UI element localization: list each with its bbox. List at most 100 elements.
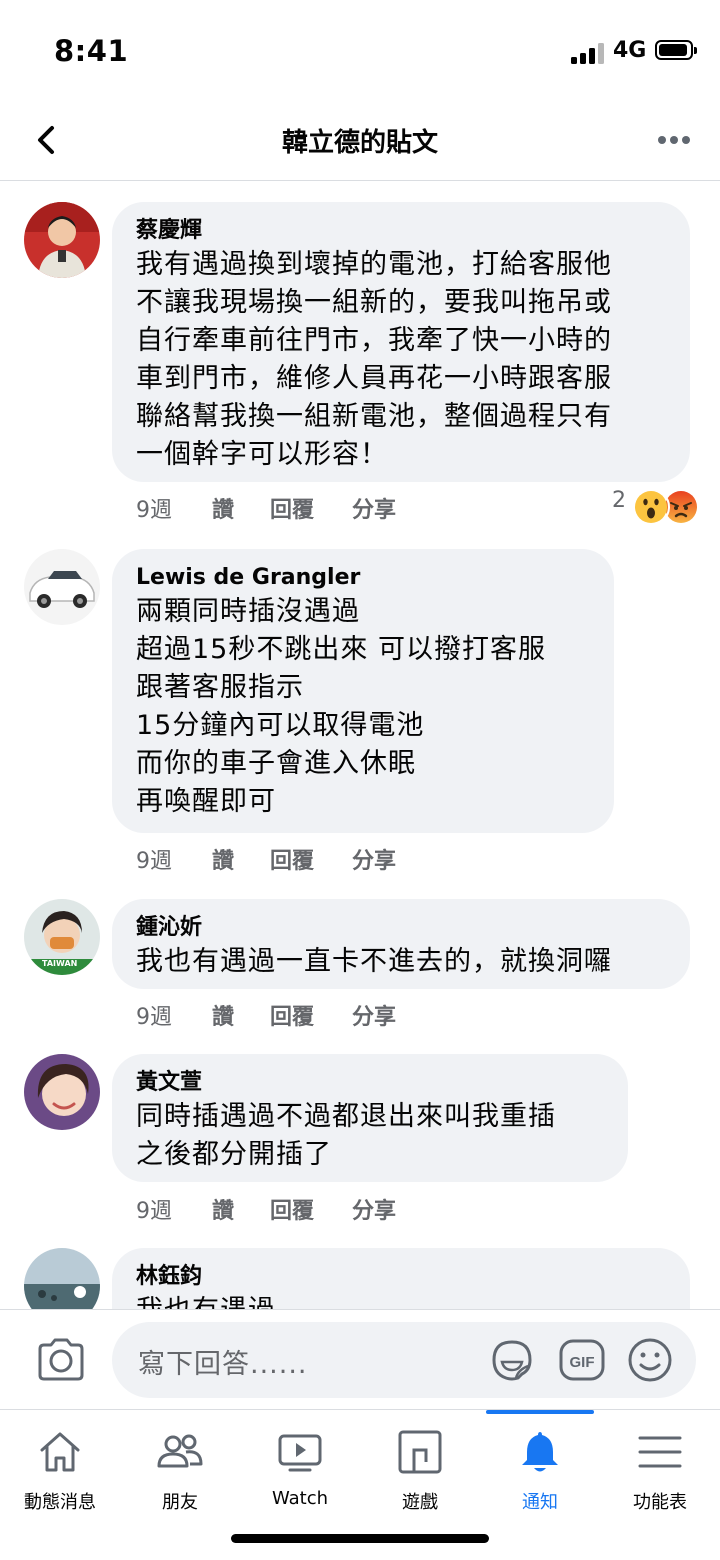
tab-friends[interactable]: 朋友	[120, 1410, 240, 1520]
comment-actions: 9週 讚 回覆 分享	[136, 843, 536, 877]
reaction-summary[interactable]: 2	[612, 488, 702, 528]
battery-icon	[655, 40, 697, 60]
comment-bubble[interactable]: 林鈺鈞 我也有遇過	[112, 1248, 690, 1309]
comment-timestamp[interactable]: 9週	[136, 843, 172, 875]
comment-author[interactable]: 鍾沁妡	[136, 913, 666, 943]
avatar[interactable]	[24, 1248, 100, 1309]
comment-line: 之後都分開插了	[136, 1139, 332, 1170]
like-button[interactable]: 讚	[212, 999, 234, 1031]
emoji-button[interactable]	[626, 1336, 674, 1384]
tab-notifications[interactable]: 通知	[480, 1410, 600, 1520]
tab-label: 功能表	[633, 1492, 687, 1513]
tab-watch[interactable]: Watch	[240, 1410, 360, 1520]
more-options-button[interactable]	[650, 120, 698, 160]
menu-icon	[638, 1436, 682, 1468]
watch-icon	[278, 1434, 322, 1472]
comment-composer: 寫下回答...... GIF	[0, 1309, 720, 1410]
comment-line: 車到門市，維修人員再花一小時跟客服	[136, 363, 612, 394]
tab-news-feed[interactable]: 動態消息	[0, 1410, 120, 1520]
comment-input[interactable]: 寫下回答...... GIF	[112, 1322, 696, 1398]
more-dots-icon	[658, 136, 690, 144]
avatar[interactable]	[24, 202, 100, 278]
status-bar: 8:41 4G	[0, 0, 720, 100]
comment-line: 不讓我現場換一組新的，要我叫拖吊或	[136, 287, 612, 318]
comment-timestamp[interactable]: 9週	[136, 999, 172, 1031]
bell-icon	[522, 1432, 558, 1472]
tab-label: 遊戲	[402, 1492, 438, 1513]
tab-label: 通知	[522, 1492, 558, 1513]
gaming-icon	[398, 1430, 442, 1474]
comment-line: 我也有遇過一直卡不進去的，就換洞囉	[136, 946, 612, 977]
comment-line: 一個幹字可以形容！	[136, 439, 388, 470]
home-icon	[40, 1432, 80, 1472]
like-button[interactable]: 讚	[212, 492, 234, 524]
comment-bubble[interactable]: 黃文萱 同時插遇過不過都退出來叫我重插 之後都分開插了	[112, 1054, 628, 1182]
comment-line: 跟著客服指示	[136, 672, 304, 703]
camera-button[interactable]	[36, 1337, 86, 1383]
reply-button[interactable]: 回覆	[270, 999, 314, 1031]
share-button[interactable]: 分享	[352, 1193, 396, 1225]
like-button[interactable]: 讚	[212, 843, 234, 875]
gif-button[interactable]: GIF	[558, 1336, 606, 1384]
friends-icon	[157, 1434, 203, 1468]
status-time: 8:41	[54, 34, 129, 68]
tab-label: 動態消息	[24, 1492, 96, 1513]
network-type: 4G	[613, 38, 647, 63]
bottom-tab-bar: 動態消息 朋友 Watch 遊戲 通知 功能表	[0, 1409, 720, 1560]
comment-text: 我有遇過換到壞掉的電池，打給客服他 不讓我現場換一組新的，要我叫拖吊或 自行牽車…	[136, 246, 666, 474]
tab-gaming[interactable]: 遊戲	[360, 1410, 480, 1520]
comment-line: 15分鐘內可以取得電池	[136, 710, 425, 741]
comment-timestamp[interactable]: 9週	[136, 492, 172, 524]
comment-line: 自行牽車前往門市，我牽了快一小時的	[136, 325, 612, 356]
gif-icon: GIF	[559, 1339, 605, 1381]
comment-line: 而你的車子會進入休眠	[136, 748, 416, 779]
share-button[interactable]: 分享	[352, 843, 396, 875]
tab-menu[interactable]: 功能表	[600, 1410, 720, 1520]
comment-bubble[interactable]: 鍾沁妡 我也有遇過一直卡不進去的，就換洞囉	[112, 899, 690, 989]
comment-line: 再喚醒即可	[136, 786, 276, 817]
share-button[interactable]: 分享	[352, 492, 396, 524]
comment-text: 兩顆同時插沒遇過 超過15秒不跳出來 可以撥打客服 跟著客服指示 15分鐘內可以…	[136, 593, 590, 821]
comment-line: 聯絡幫我換一組新電池，整個過程只有	[136, 401, 612, 432]
svg-text:GIF: GIF	[570, 1354, 595, 1371]
comment-text: 我也有遇過	[136, 1292, 666, 1309]
comment-actions: 9週 讚 回覆 分享	[136, 1193, 536, 1227]
comment-timestamp[interactable]: 9週	[136, 1193, 172, 1225]
wow-reaction-icon	[632, 488, 670, 526]
comment-text: 我也有遇過一直卡不進去的，就換洞囉	[136, 943, 666, 981]
comment-line: 我也有遇過	[136, 1292, 666, 1309]
comment-input-placeholder: 寫下回答......	[138, 1349, 308, 1380]
page-title: 韓立德的貼文	[281, 128, 438, 158]
sticker-button[interactable]	[488, 1336, 536, 1384]
comments-list[interactable]: 蔡慶輝 我有遇過換到壞掉的電池，打給客服他 不讓我現場換一組新的，要我叫拖吊或 …	[0, 181, 720, 1309]
avatar[interactable]	[24, 549, 100, 625]
avatar[interactable]	[24, 1054, 100, 1130]
like-button[interactable]: 讚	[212, 1193, 234, 1225]
cellular-signal-icon	[571, 42, 605, 64]
avatar-badge: TAIWAN	[42, 959, 78, 968]
comment-line: 兩顆同時插沒遇過	[136, 596, 360, 627]
home-indicator[interactable]	[231, 1534, 489, 1543]
comment-bubble[interactable]: Lewis de Grangler 兩顆同時插沒遇過 超過15秒不跳出來 可以撥…	[112, 549, 614, 833]
reply-button[interactable]: 回覆	[270, 1193, 314, 1225]
comment-line: 超過15秒不跳出來 可以撥打客服	[136, 634, 546, 665]
comment-bubble[interactable]: 蔡慶輝 我有遇過換到壞掉的電池，打給客服他 不讓我現場換一組新的，要我叫拖吊或 …	[112, 202, 690, 482]
comment-actions: 9週 讚 回覆 分享 2	[136, 488, 706, 526]
avatar[interactable]: TAIWAN	[24, 899, 100, 975]
comment-author[interactable]: 蔡慶輝	[136, 216, 666, 246]
comment-line: 同時插遇過不過都退出來叫我重插	[136, 1101, 556, 1132]
comment-author[interactable]: 林鈺鈞	[136, 1262, 666, 1292]
tab-label: 朋友	[162, 1492, 198, 1513]
comment-author[interactable]: 黃文萱	[136, 1068, 604, 1098]
comment-author[interactable]: Lewis de Grangler	[136, 563, 590, 593]
reply-button[interactable]: 回覆	[270, 492, 314, 524]
camera-icon	[38, 1338, 84, 1381]
share-button[interactable]: 分享	[352, 999, 396, 1031]
tab-label: Watch	[271, 1488, 329, 1509]
sticker-icon	[492, 1340, 532, 1381]
reaction-count: 2	[612, 488, 626, 513]
reply-button[interactable]: 回覆	[270, 843, 314, 875]
comment-line: 我有遇過換到壞掉的電池，打給客服他	[136, 249, 612, 280]
smiley-icon	[628, 1338, 672, 1382]
comment-text: 同時插遇過不過都退出來叫我重插 之後都分開插了	[136, 1098, 604, 1174]
